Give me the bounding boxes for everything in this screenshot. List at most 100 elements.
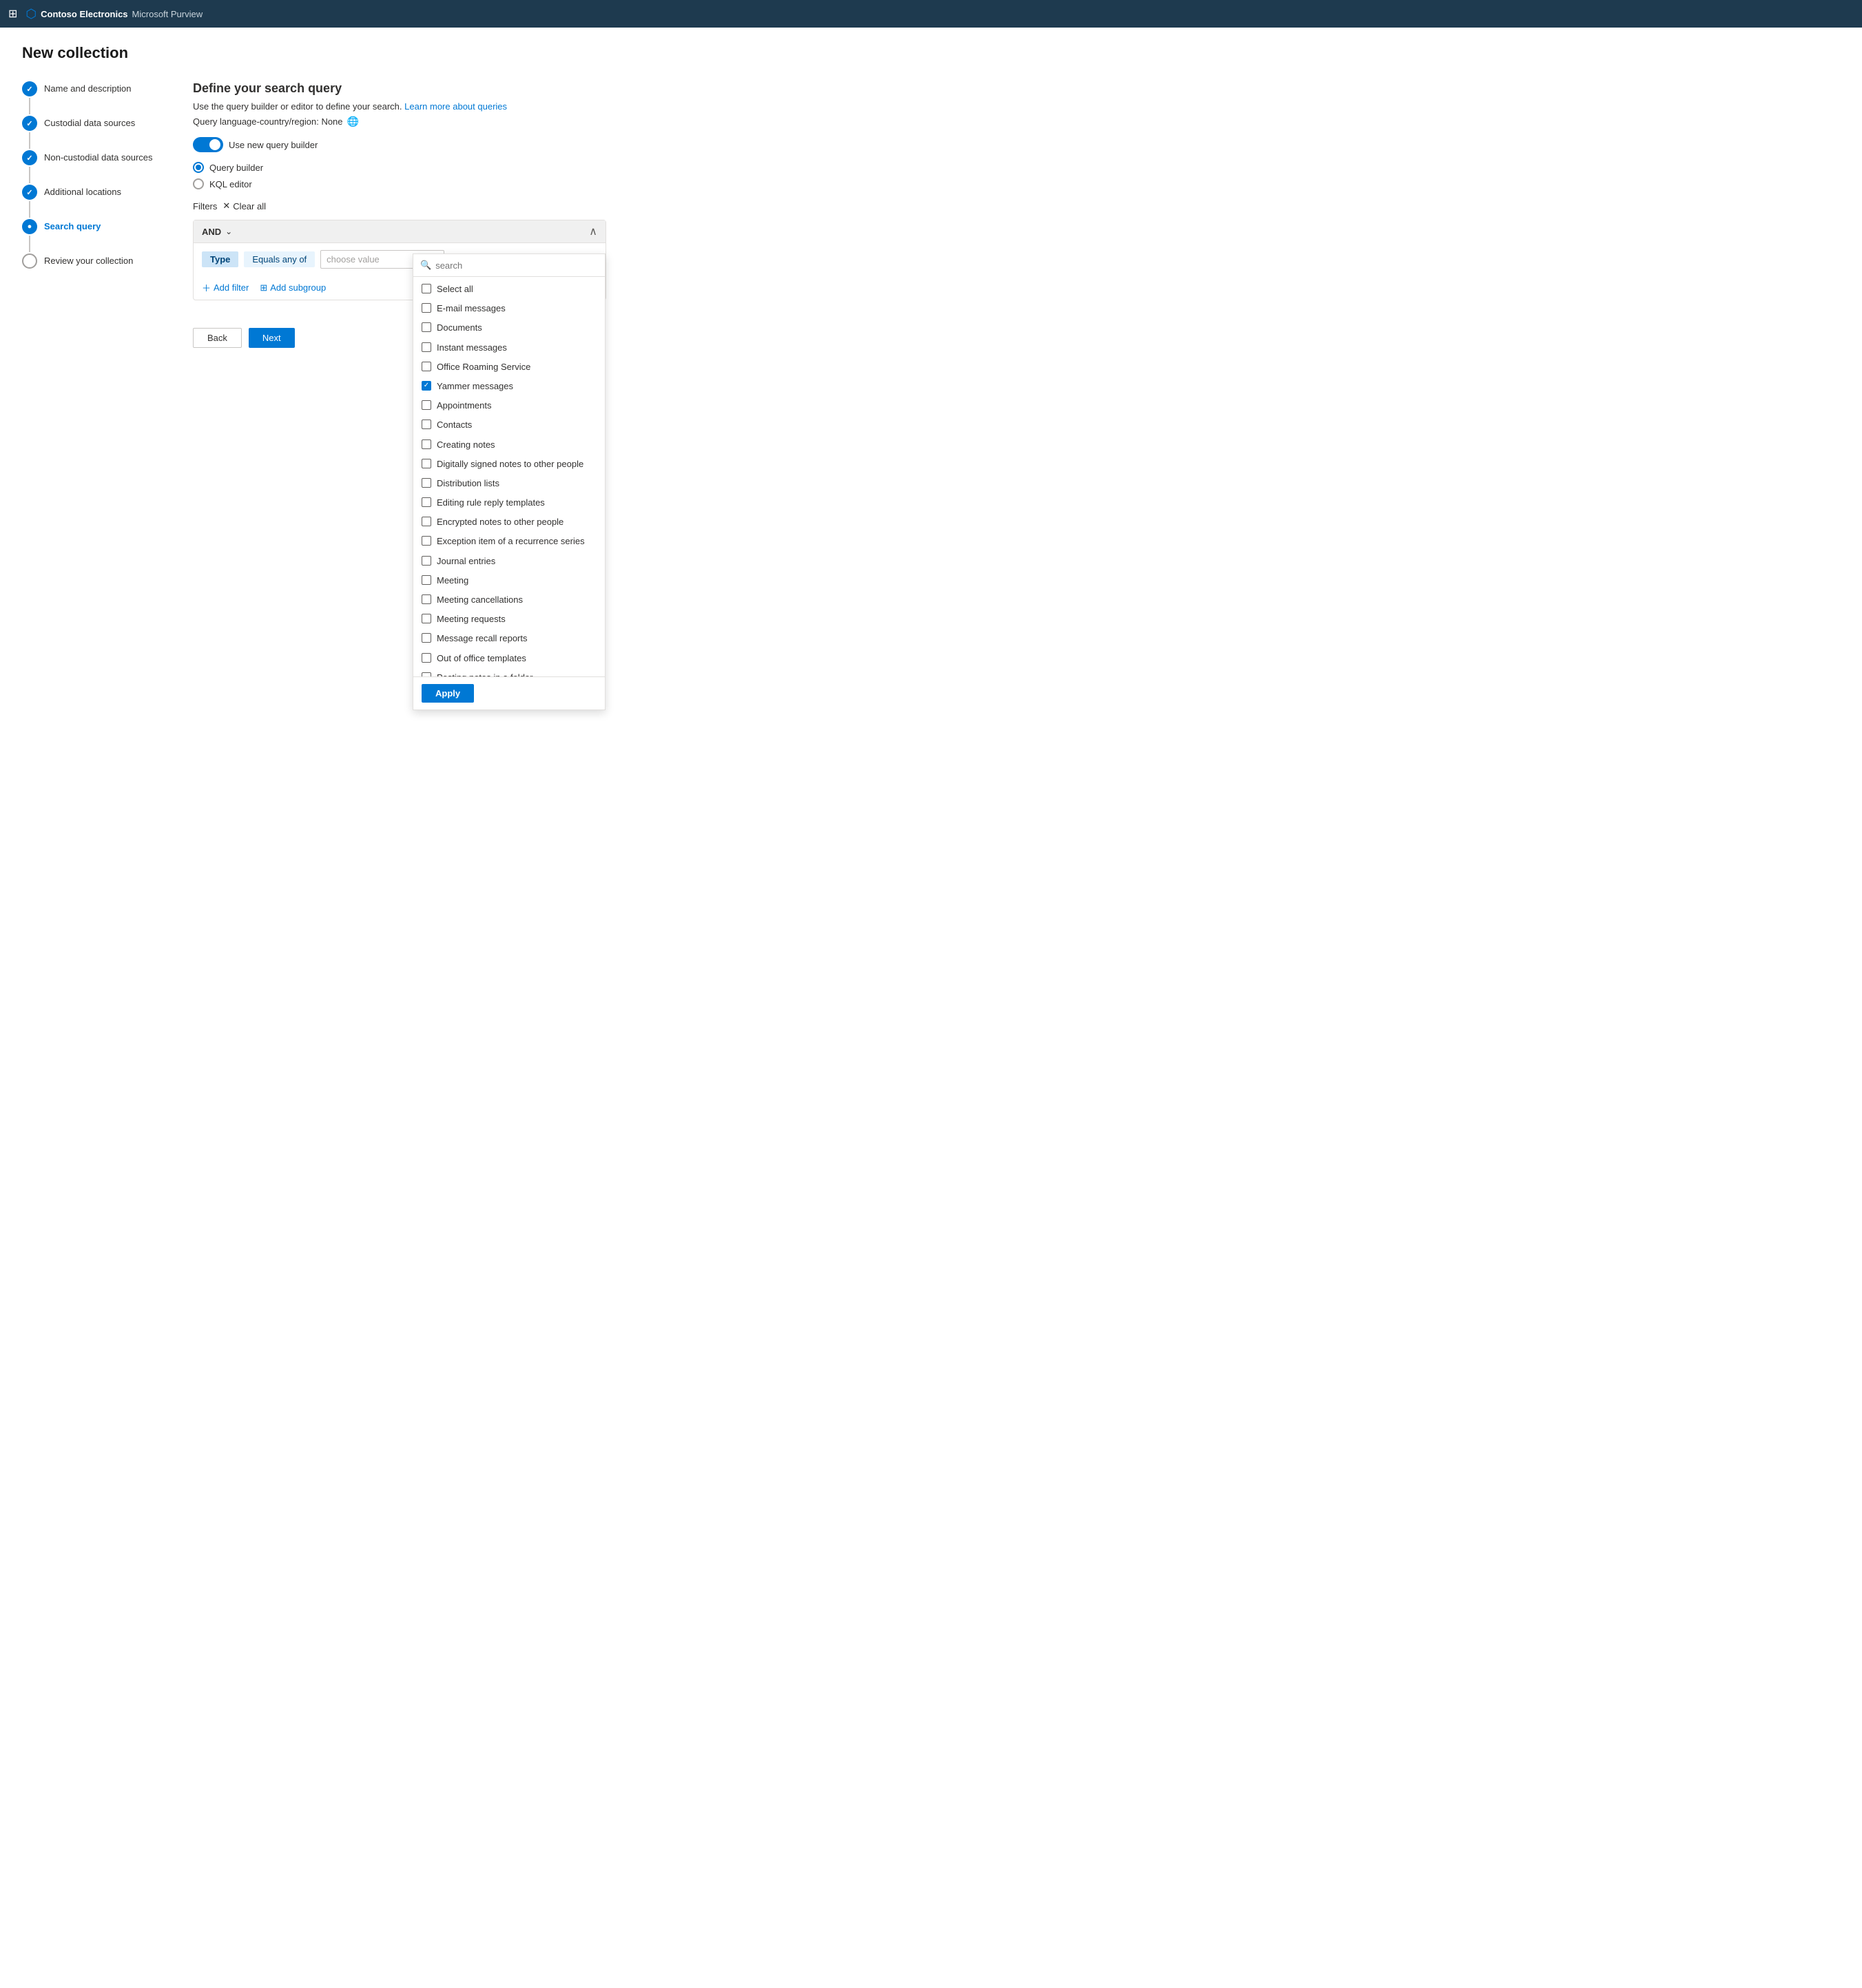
topbar: ⊞ ⬡ Contoso Electronics Microsoft Purvie… bbox=[0, 0, 1862, 28]
toggle-thumb bbox=[209, 139, 220, 150]
dropdown-item-label: Office Roaming Service bbox=[437, 361, 530, 373]
clear-all-button[interactable]: ✕ Clear all bbox=[223, 200, 266, 211]
list-item[interactable]: Creating notes bbox=[413, 435, 605, 455]
step-line-1 bbox=[29, 98, 30, 114]
checkbox[interactable] bbox=[422, 459, 431, 468]
step-connector-col-1: ✓ bbox=[22, 81, 37, 116]
next-button[interactable]: Next bbox=[249, 328, 295, 348]
checkbox[interactable] bbox=[422, 362, 431, 371]
add-filter-label: Add filter bbox=[214, 282, 249, 293]
list-item[interactable]: Message recall reports bbox=[413, 629, 605, 648]
radio-query-builder[interactable]: Query builder bbox=[193, 162, 1840, 173]
step-connector-col-5: ● bbox=[22, 219, 37, 253]
list-item[interactable]: Appointments bbox=[413, 396, 605, 415]
checkbox[interactable] bbox=[422, 284, 431, 293]
main-content: Define your search query Use the query b… bbox=[193, 81, 1840, 348]
add-filter-button[interactable]: ＋ Add filter bbox=[202, 281, 249, 294]
and-chevron-icon[interactable]: ⌄ bbox=[225, 227, 232, 236]
list-item[interactable]: Meeting bbox=[413, 571, 605, 590]
list-item[interactable]: Select all bbox=[413, 280, 605, 299]
step-connector-col-6 bbox=[22, 253, 37, 269]
checkbox[interactable] bbox=[422, 420, 431, 429]
step-custodial: ✓ Custodial data sources bbox=[22, 116, 160, 150]
dropdown-item-label: Digitally signed notes to other people bbox=[437, 458, 583, 470]
checkbox[interactable] bbox=[422, 478, 431, 488]
and-label: AND bbox=[202, 227, 221, 237]
step-line-2 bbox=[29, 132, 30, 149]
list-item[interactable]: Meeting requests bbox=[413, 610, 605, 629]
step-label-review: Review your collection bbox=[44, 253, 133, 266]
step-label-additional: Additional locations bbox=[44, 185, 121, 197]
collapse-icon[interactable]: ∧ bbox=[589, 225, 597, 238]
and-bar: AND ⌄ ∧ bbox=[194, 220, 606, 243]
checkbox[interactable] bbox=[422, 439, 431, 449]
toggle-row: Use new query builder bbox=[193, 137, 1840, 152]
list-item[interactable]: Instant messages bbox=[413, 338, 605, 358]
list-item[interactable]: Contacts bbox=[413, 415, 605, 435]
list-item[interactable]: Encrypted notes to other people bbox=[413, 512, 605, 532]
checkbox[interactable] bbox=[422, 400, 431, 410]
list-item[interactable]: Exception item of a recurrence series bbox=[413, 532, 605, 551]
checkbox[interactable] bbox=[422, 342, 431, 352]
list-item[interactable]: Digitally signed notes to other people bbox=[413, 455, 605, 474]
list-item[interactable]: Documents bbox=[413, 318, 605, 338]
checkbox[interactable] bbox=[422, 517, 431, 526]
list-item[interactable]: Out of office templates bbox=[413, 649, 605, 668]
radio-kql-editor[interactable]: KQL editor bbox=[193, 178, 1840, 189]
main-layout: ✓ Name and description ✓ Custodial data … bbox=[22, 81, 1840, 348]
learn-more-link[interactable]: Learn more about queries bbox=[404, 101, 507, 112]
dropdown-apply-row: Apply bbox=[413, 676, 605, 710]
logo-icon: ⬡ bbox=[25, 7, 37, 21]
back-button[interactable]: Back bbox=[193, 328, 242, 348]
step-line-5 bbox=[29, 236, 30, 252]
checkbox[interactable] bbox=[422, 303, 431, 313]
radio-label-kql-editor: KQL editor bbox=[209, 179, 252, 189]
operator-chip[interactable]: Equals any of bbox=[244, 251, 315, 267]
filters-label: Filters bbox=[193, 201, 217, 211]
checkbox[interactable] bbox=[422, 556, 431, 566]
checkbox[interactable] bbox=[422, 594, 431, 604]
radio-dot-kql-editor bbox=[193, 178, 204, 189]
checkbox[interactable] bbox=[422, 672, 431, 676]
list-item[interactable]: Editing rule reply templates bbox=[413, 493, 605, 512]
page-content: New collection ✓ Name and description ✓ … bbox=[0, 28, 1862, 364]
list-item[interactable]: Posting notes in a folder bbox=[413, 668, 605, 676]
checkbox[interactable]: ✓ bbox=[422, 381, 431, 391]
filters-bar: Filters ✕ Clear all bbox=[193, 200, 1840, 211]
page-title: New collection bbox=[22, 44, 1840, 62]
list-item[interactable]: Journal entries bbox=[413, 552, 605, 571]
add-subgroup-button[interactable]: ⊞ Add subgroup bbox=[260, 282, 326, 293]
apply-button[interactable]: Apply bbox=[422, 684, 474, 703]
step-noncustodial: ✓ Non-custodial data sources bbox=[22, 150, 160, 185]
new-query-builder-toggle[interactable] bbox=[193, 137, 223, 152]
dropdown-item-label: Journal entries bbox=[437, 555, 495, 568]
step-additional: ✓ Additional locations bbox=[22, 185, 160, 219]
checkbox[interactable] bbox=[422, 633, 431, 643]
list-item[interactable]: ✓ Yammer messages bbox=[413, 377, 605, 396]
checkbox[interactable] bbox=[422, 497, 431, 507]
globe-icon[interactable]: 🌐 bbox=[347, 116, 359, 127]
checkbox[interactable] bbox=[422, 536, 431, 546]
x-icon: ✕ bbox=[223, 200, 230, 211]
step-circle-additional: ✓ bbox=[22, 185, 37, 200]
dropdown-item-label: Editing rule reply templates bbox=[437, 497, 545, 509]
list-item[interactable]: E-mail messages bbox=[413, 299, 605, 318]
grid-icon[interactable]: ⊞ bbox=[8, 7, 17, 21]
checkbox[interactable] bbox=[422, 614, 431, 623]
checkbox[interactable] bbox=[422, 322, 431, 332]
dropdown-item-label: Exception item of a recurrence series bbox=[437, 535, 585, 548]
list-item[interactable]: Office Roaming Service bbox=[413, 358, 605, 377]
type-chip[interactable]: Type bbox=[202, 251, 238, 267]
list-item[interactable]: Distribution lists bbox=[413, 474, 605, 493]
checkbox[interactable] bbox=[422, 575, 431, 585]
dropdown-search-input[interactable] bbox=[435, 260, 598, 271]
list-item[interactable]: Meeting cancellations bbox=[413, 590, 605, 610]
dropdown-item-label: Contacts bbox=[437, 419, 472, 431]
step-name: ✓ Name and description bbox=[22, 81, 160, 116]
dropdown-item-label: Yammer messages bbox=[437, 380, 513, 393]
dropdown-item-label: Creating notes bbox=[437, 439, 495, 451]
checkbox[interactable] bbox=[422, 653, 431, 663]
dropdown-item-label: Out of office templates bbox=[437, 652, 526, 665]
add-subgroup-label: Add subgroup bbox=[270, 282, 326, 293]
step-label-custodial: Custodial data sources bbox=[44, 116, 135, 128]
